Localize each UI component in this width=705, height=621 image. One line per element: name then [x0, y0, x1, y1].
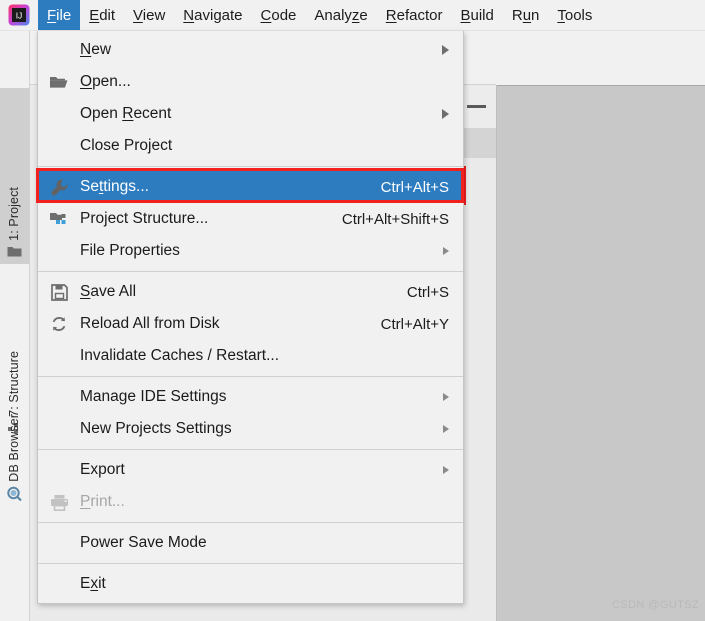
menu-item-save-all-label: Save All	[80, 283, 137, 301]
menu-item-file-properties-label: File Properties	[80, 242, 180, 260]
menubar-item-edit[interactable]: Edit	[80, 0, 124, 30]
submenu-arrow-icon	[433, 45, 449, 55]
menu-item-manage-ide-settings[interactable]: Manage IDE Settings	[38, 381, 463, 413]
printer-icon	[38, 494, 80, 511]
menu-item-file-properties[interactable]: File Properties	[38, 235, 463, 267]
menu-item-new-projects-settings-label: New Projects Settings	[80, 420, 232, 438]
menubar-item-file[interactable]: File	[38, 0, 81, 30]
menubar-item-view-label: View	[133, 6, 166, 24]
ide-window: 1: Project 7: Structure DB Browser IJ Fi…	[0, 0, 705, 621]
menu-item-close-project[interactable]: Close Project	[38, 130, 463, 162]
menu-item-exit[interactable]: Exit	[38, 568, 463, 600]
menu-item-reload-all-label: Reload All from Disk	[80, 315, 220, 333]
file-menu-dropdown: New Open... Open Recent Close Project Se…	[37, 31, 464, 604]
project-structure-icon	[38, 211, 80, 228]
menubar-item-run-label: Run	[511, 6, 540, 24]
menubar-item-edit-label: Edit	[89, 6, 116, 24]
menu-item-power-save-mode-label: Power Save Mode	[80, 534, 207, 552]
menu-item-new[interactable]: New	[38, 34, 463, 66]
menu-separator	[38, 449, 463, 450]
menubar-item-navigate[interactable]: Navigate	[174, 0, 251, 30]
menu-item-project-structure[interactable]: Project Structure... Ctrl+Alt+Shift+S	[38, 203, 463, 235]
sidebar-item-project[interactable]: 1: Project	[0, 88, 29, 264]
menu-separator	[38, 376, 463, 377]
menu-item-project-structure-label: Project Structure...	[80, 210, 209, 228]
submenu-arrow-icon	[433, 109, 449, 119]
menubar-item-analyze-label: Analyze	[314, 6, 368, 24]
menu-item-power-save-mode[interactable]: Power Save Mode	[38, 527, 463, 559]
menu-item-invalidate-caches[interactable]: Invalidate Caches / Restart...	[38, 340, 463, 372]
submenu-arrow-icon	[433, 393, 449, 401]
menu-item-save-all[interactable]: Save All Ctrl+S	[38, 276, 463, 308]
menu-item-export[interactable]: Export	[38, 454, 463, 486]
menubar-item-navigate-label: Navigate	[183, 6, 243, 24]
menu-item-open-label: Open...	[80, 73, 131, 91]
refresh-icon	[38, 315, 80, 333]
menu-item-exit-label: Exit	[80, 575, 106, 593]
open-folder-icon	[38, 74, 80, 90]
menu-item-print-label: Print...	[80, 493, 125, 511]
menubar-item-build[interactable]: Build	[451, 0, 502, 30]
menu-item-invalidate-caches-label: Invalidate Caches / Restart...	[80, 347, 280, 365]
folder-icon	[7, 245, 22, 261]
sidebar-item-project-label: 1: Project	[7, 187, 21, 241]
menubar-item-refactor-label: Refactor	[385, 6, 443, 24]
menubar-item-view[interactable]: View	[124, 0, 174, 30]
svg-text:IJ: IJ	[16, 11, 23, 21]
menubar-item-file-label: File	[47, 6, 72, 24]
menu-separator	[38, 563, 463, 564]
floppy-disk-icon	[38, 283, 80, 301]
menu-separator	[38, 166, 463, 167]
menubar: IJ File Edit View Navigate Code Analyze …	[0, 0, 705, 31]
menu-item-open-recent[interactable]: Open Recent	[38, 98, 463, 130]
menu-item-new-label: New	[80, 41, 112, 59]
sidebar-item-db-browser[interactable]: DB Browser	[0, 378, 29, 508]
wrench-icon	[38, 178, 80, 197]
menu-item-export-label: Export	[80, 461, 125, 479]
menu-item-settings-label: Settings...	[80, 178, 149, 196]
menu-item-project-structure-shortcut: Ctrl+Alt+Shift+S	[341, 210, 449, 228]
menubar-item-refactor[interactable]: Refactor	[377, 0, 452, 30]
menu-item-manage-ide-settings-label: Manage IDE Settings	[80, 388, 227, 406]
sidebar-item-db-browser-label: DB Browser	[7, 414, 21, 482]
menu-separator	[38, 271, 463, 272]
menu-item-close-project-label: Close Project	[80, 137, 173, 155]
menu-item-reload-all-shortcut: Ctrl+Alt+Y	[380, 315, 449, 333]
menubar-item-analyze[interactable]: Analyze	[305, 0, 376, 30]
menubar-item-build-label: Build	[460, 6, 494, 24]
menu-item-open[interactable]: Open...	[38, 66, 463, 98]
menubar-item-run[interactable]: Run	[503, 0, 549, 30]
menubar-item-code[interactable]: Code	[252, 0, 306, 30]
watermark: CSDN @GUTSZ	[612, 599, 700, 611]
menubar-item-code-label: Code	[260, 6, 297, 24]
menu-separator	[38, 522, 463, 523]
menu-item-print: Print...	[38, 486, 463, 518]
menu-item-open-recent-label: Open Recent	[80, 105, 172, 123]
editor-area[interactable]	[496, 85, 705, 621]
menu-item-settings-shortcut: Ctrl+Alt+S	[380, 178, 449, 196]
db-browser-icon	[6, 486, 23, 505]
submenu-arrow-icon	[433, 247, 449, 255]
menubar-item-tools[interactable]: Tools	[548, 0, 601, 30]
menu-item-new-projects-settings[interactable]: New Projects Settings	[38, 413, 463, 445]
minimize-icon[interactable]	[467, 105, 486, 108]
menu-item-reload-all-from-disk[interactable]: Reload All from Disk Ctrl+Alt+Y	[38, 308, 463, 340]
menu-item-settings[interactable]: Settings... Ctrl+Alt+S	[38, 171, 463, 203]
submenu-arrow-icon	[433, 466, 449, 474]
submenu-arrow-icon	[433, 425, 449, 433]
menubar-item-tools-label: Tools	[557, 6, 593, 24]
intellij-idea-logo-icon: IJ	[0, 0, 38, 30]
menu-item-save-all-shortcut: Ctrl+S	[406, 283, 449, 301]
